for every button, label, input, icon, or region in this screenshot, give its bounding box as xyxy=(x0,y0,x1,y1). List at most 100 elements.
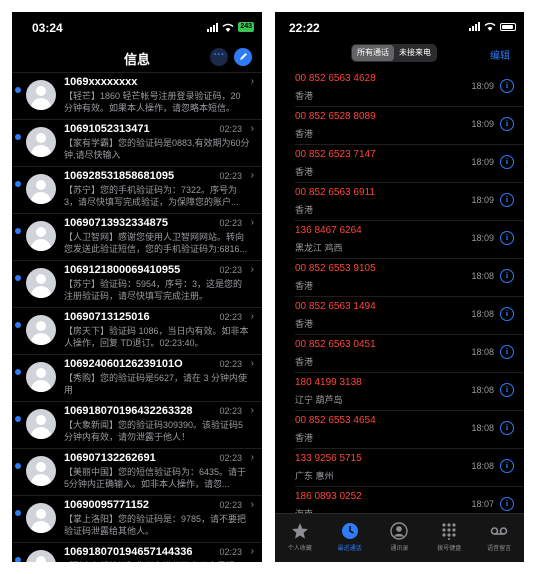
info-icon[interactable]: i xyxy=(500,269,514,283)
info-icon[interactable]: i xyxy=(500,497,514,511)
call-row[interactable]: 133 9256 5715 广东 惠州 18:08 i xyxy=(295,449,524,487)
call-number: 00 852 6563 6911 xyxy=(295,187,375,198)
message-row[interactable]: 1069xxxxxxxx › 【轻芒】1860 轻芒帐号注册登录验证码，20 分钟有… xyxy=(12,73,262,120)
call-row[interactable]: 00 852 6553 9105 香港 18:08 i xyxy=(295,259,524,297)
message-sender: 106928531858681095 xyxy=(64,170,175,182)
message-preview: 【秀购】您的验证码是5627，请在 3 分钟内使用 xyxy=(64,373,248,395)
call-row[interactable]: 136 8467 6264 黑龙江 鸡西 18:09 i xyxy=(295,221,524,259)
info-icon[interactable]: i xyxy=(500,307,514,321)
message-sender: 106924060126239101O xyxy=(64,358,183,370)
call-number: 186 0893 0252 xyxy=(295,491,362,502)
tab-clock[interactable]: 最近通话 xyxy=(325,514,375,562)
message-row[interactable]: 106924060126239101O 02:23 › 【秀购】您的验证码是5627，… xyxy=(12,355,262,402)
tab-voicemail[interactable]: 语音留言 xyxy=(474,514,524,562)
info-icon[interactable]: i xyxy=(500,459,514,473)
avatar xyxy=(26,409,56,439)
call-time: 18:08 xyxy=(471,271,494,281)
unread-dot xyxy=(15,510,21,516)
message-time: 02:23 xyxy=(219,359,242,369)
call-location: 香港 xyxy=(295,167,314,177)
unread-dot xyxy=(15,369,21,375)
call-row[interactable]: 00 852 6553 4654 香港 18:08 i xyxy=(295,411,524,449)
tab-label: 拨号键盘 xyxy=(437,546,462,552)
avatar xyxy=(26,362,56,392)
message-row[interactable]: 10690713226269​1 02:23 › 【美丽中国】您的短信验证码为：643… xyxy=(12,449,262,496)
message-preview: 【苏宁】您的手机验证码为：7322。序号为3，请尽快填写完成验证，为保障您的账户… xyxy=(64,185,239,207)
message-row[interactable]: 10690713125016 02:23 › 【房天下】验证码 1086，当日内有效。… xyxy=(12,308,262,355)
info-icon[interactable]: i xyxy=(500,345,514,359)
edit-button[interactable]: 编辑 xyxy=(490,47,510,62)
message-row[interactable]: 106918070196432263328 02:23 › 【大象新闻】您的验证码30… xyxy=(12,402,262,449)
message-preview: 【轻芒】1860 轻芒帐号注册登录验证码，20 分钟有效。如果本人操作，请忽略本… xyxy=(64,91,241,113)
message-list: 1069xxxxxxxx › 【轻芒】1860 轻芒帐号注册登录验证码，20 分钟有… xyxy=(12,73,262,562)
signal-icon xyxy=(469,22,480,31)
call-row[interactable]: 00 852 6523 7147 香港 18:09 i xyxy=(295,145,524,183)
segment-all-calls[interactable]: 所有通话 xyxy=(352,45,394,61)
chevron-right-icon: › xyxy=(250,76,254,87)
message-time: 02:23 xyxy=(219,171,242,181)
segment-missed-calls[interactable]: 未接来电 xyxy=(394,45,436,61)
call-number: 00 852 6553 4654 xyxy=(295,415,376,426)
call-time: 18:09 xyxy=(471,233,494,243)
wifi-icon xyxy=(484,22,496,31)
call-row[interactable]: 00 852 6528 8089 香港 18:09 i xyxy=(295,107,524,145)
message-row[interactable]: 10690095771152 02:23 › 【掌上洛阳】您的验证码是：9785，请不… xyxy=(12,496,262,543)
message-preview: 【人卫智网】感谢您使用人卫智网网站。转向您发送此验证短信，您的手机验证码为:68… xyxy=(64,232,248,254)
call-location: 香港 xyxy=(295,91,314,101)
unread-dot xyxy=(15,181,21,187)
message-row[interactable]: 106918070194657144336 02:23 › 【联合在线认证】您正在进行… xyxy=(12,543,262,562)
call-row[interactable]: 00 852 6563 1494 香港 18:08 i xyxy=(295,297,524,335)
message-time: 02:23 xyxy=(219,500,242,510)
signal-icon xyxy=(207,22,219,32)
call-location: 香港 xyxy=(295,433,314,443)
voicemail-icon xyxy=(490,522,508,540)
info-icon[interactable]: i xyxy=(500,421,514,435)
chevron-right-icon: › xyxy=(250,311,254,322)
info-icon[interactable]: i xyxy=(500,383,514,397)
message-sender: 106918070196432263328 xyxy=(64,405,193,417)
info-icon[interactable]: i xyxy=(500,193,514,207)
call-time: 18:09 xyxy=(471,81,494,91)
unread-dot xyxy=(15,134,21,140)
info-icon[interactable]: i xyxy=(500,155,514,169)
call-row[interactable]: 186 0893 0252 海南 18:07 i xyxy=(295,487,524,514)
tab-contact[interactable]: 通讯录 xyxy=(375,514,425,562)
message-row[interactable]: 1069121800069410955 02:23 › 【苏宁】验证码：5954，序号… xyxy=(12,261,262,308)
call-time: 18:08 xyxy=(471,423,494,433)
star-icon xyxy=(291,522,309,540)
avatar xyxy=(26,174,56,204)
message-preview: 【掌上洛阳】您的验证码是：9785，请不要把验证码泄露给其他人。 xyxy=(64,514,247,536)
more-button[interactable]: ··· xyxy=(210,48,228,66)
chevron-right-icon: › xyxy=(250,358,254,369)
message-row[interactable]: 106928531858681095 02:23 › 【苏宁】您的手机验证码为：732… xyxy=(12,167,262,214)
wifi-icon xyxy=(222,23,234,32)
message-time: 02:23 xyxy=(219,218,242,228)
chevron-right-icon: › xyxy=(250,264,254,275)
tab-star[interactable]: 个人收藏 xyxy=(275,514,325,562)
message-row[interactable]: 10691052313471 02:23 › 【家有学霸】您的验证码是0883,有效期… xyxy=(12,120,262,167)
call-row[interactable]: 00 852 6563 0451 香港 18:08 i xyxy=(295,335,524,373)
compose-button[interactable] xyxy=(234,48,252,66)
tab-keypad[interactable]: 拨号键盘 xyxy=(424,514,474,562)
call-row[interactable]: 00 852 6563 4628 香港 18:09 i xyxy=(295,69,524,107)
message-row[interactable]: 10690713932334875 02:23 › 【人卫智网】感谢您使用人卫智网网站… xyxy=(12,214,262,261)
message-time: 02:23 xyxy=(219,124,242,134)
message-time: 02:23 xyxy=(219,406,242,416)
message-preview: 【大象新闻】您的验证码309390。该验证码5分钟内有效，请勿泄露于他人！ xyxy=(64,420,244,442)
tab-label: 通讯录 xyxy=(390,546,409,552)
message-time: 02:23 xyxy=(219,547,242,557)
avatar xyxy=(26,550,56,562)
info-icon[interactable]: i xyxy=(500,231,514,245)
call-row[interactable]: 180 4199 3138 辽宁 葫芦岛 18:08 i xyxy=(295,373,524,411)
message-sender: 10690713932334875 xyxy=(64,217,169,229)
info-icon[interactable]: i xyxy=(500,79,514,93)
call-location: 香港 xyxy=(295,281,314,291)
call-time: 18:09 xyxy=(471,119,494,129)
call-location: 黑龙江 鸡西 xyxy=(295,243,343,253)
call-row[interactable]: 00 852 6563 6911 香港 18:09 i xyxy=(295,183,524,221)
call-number: 00 852 6563 1494 xyxy=(295,301,376,312)
call-time: 18:07 xyxy=(471,499,494,509)
message-sender: 10690713125016 xyxy=(64,311,150,323)
clock-icon xyxy=(341,522,359,540)
info-icon[interactable]: i xyxy=(500,117,514,131)
